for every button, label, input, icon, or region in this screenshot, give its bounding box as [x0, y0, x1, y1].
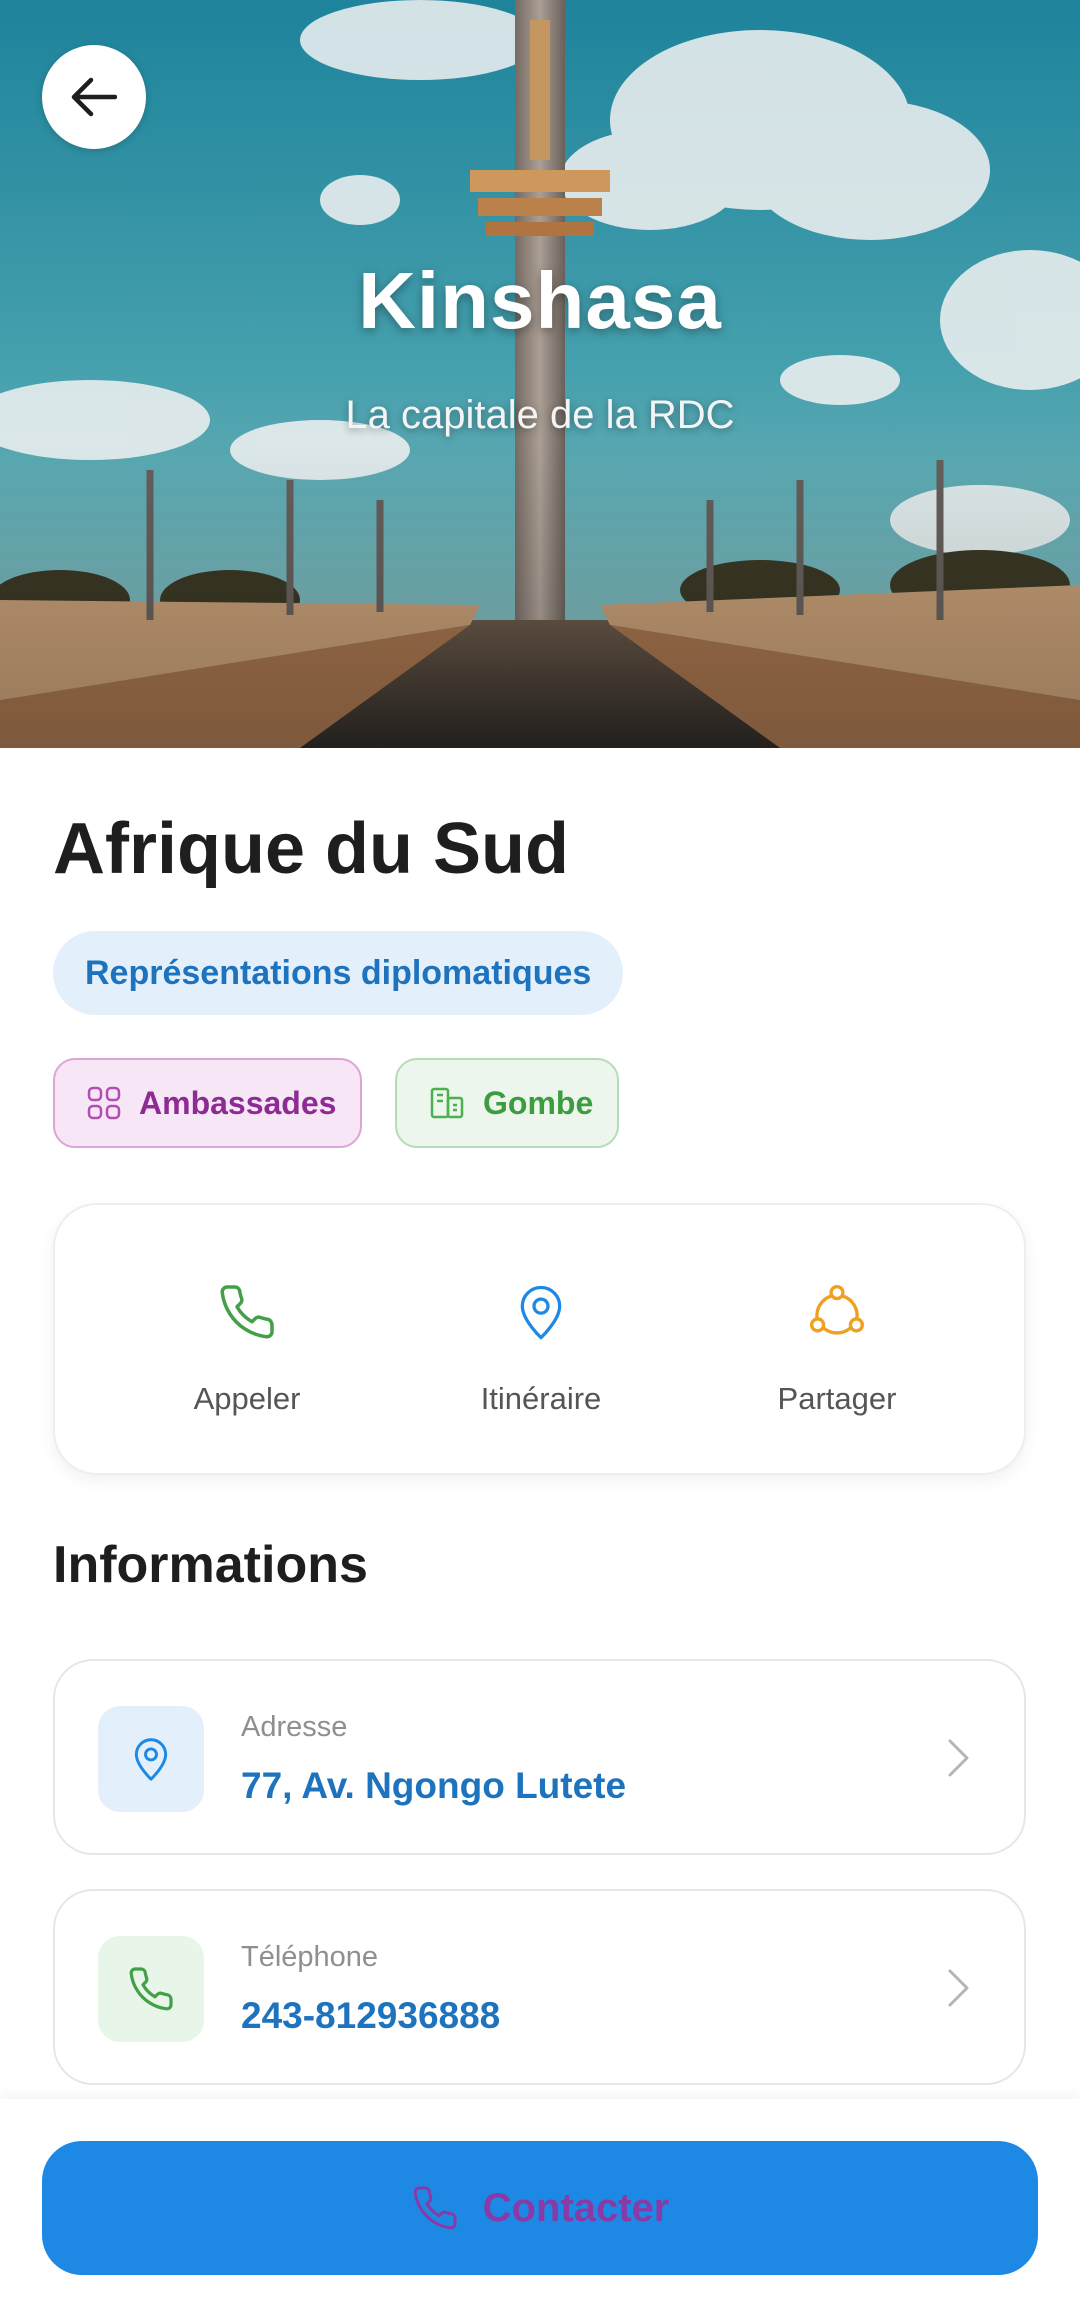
chevron-right-icon [946, 1967, 972, 2014]
place-detail-screen: Kinshasa La capitale de la RDC Afrique d… [0, 0, 1080, 2299]
contact-button[interactable]: Contacter [42, 2141, 1038, 2275]
section-title-informations: Informations [53, 1536, 368, 1594]
tag-gombe[interactable]: Gombe [395, 1058, 619, 1148]
phone-icon [411, 2184, 459, 2232]
buildings-icon [429, 1086, 465, 1120]
phone-value: 243-812936888 [241, 1995, 501, 2036]
tag-ambassades[interactable]: Ambassades [53, 1058, 362, 1148]
share-icon [806, 1277, 868, 1347]
hero-banner: Kinshasa La capitale de la RDC [0, 0, 1080, 748]
info-label: Adresse [241, 1711, 348, 1743]
hero-title: Kinshasa [358, 256, 722, 345]
action-label: Itinéraire [480, 1381, 602, 1416]
tag-label: Gombe [483, 1084, 594, 1121]
grid-icon [87, 1086, 121, 1120]
share-action[interactable]: Partager [687, 1205, 987, 1477]
map-pin-icon [513, 1277, 569, 1347]
address-value: 77, Av. Ngongo Lutete [241, 1765, 627, 1806]
tag-label: Ambassades [139, 1084, 337, 1121]
chevron-right-icon [946, 1737, 972, 1784]
contact-button-label: Contacter [482, 2185, 670, 2230]
hero-image [0, 0, 1080, 748]
category-pill: Représentations diplomatiques [53, 931, 624, 1015]
phone-card[interactable]: Téléphone 243-812936888 [53, 1889, 1026, 2085]
info-label: Téléphone [241, 1941, 379, 1973]
action-label: Partager [777, 1381, 897, 1416]
place-name: Afrique du Sud [53, 809, 569, 889]
call-action[interactable]: Appeler [97, 1205, 397, 1477]
hero-subtitle: La capitale de la RDC [345, 393, 735, 437]
arrow-left-icon [71, 77, 117, 117]
back-button[interactable] [42, 45, 146, 149]
directions-action[interactable]: Itinéraire [391, 1205, 691, 1477]
address-card[interactable]: Adresse 77, Av. Ngongo Lutete [53, 1659, 1026, 1855]
quick-actions-card: Appeler Itinéraire Partager [53, 1203, 1026, 1475]
map-pin-icon [98, 1706, 204, 1812]
phone-icon [98, 1936, 204, 2042]
phone-icon [217, 1277, 277, 1347]
action-label: Appeler [193, 1381, 301, 1416]
bottom-action-bar: Contacter [0, 2099, 1080, 2299]
